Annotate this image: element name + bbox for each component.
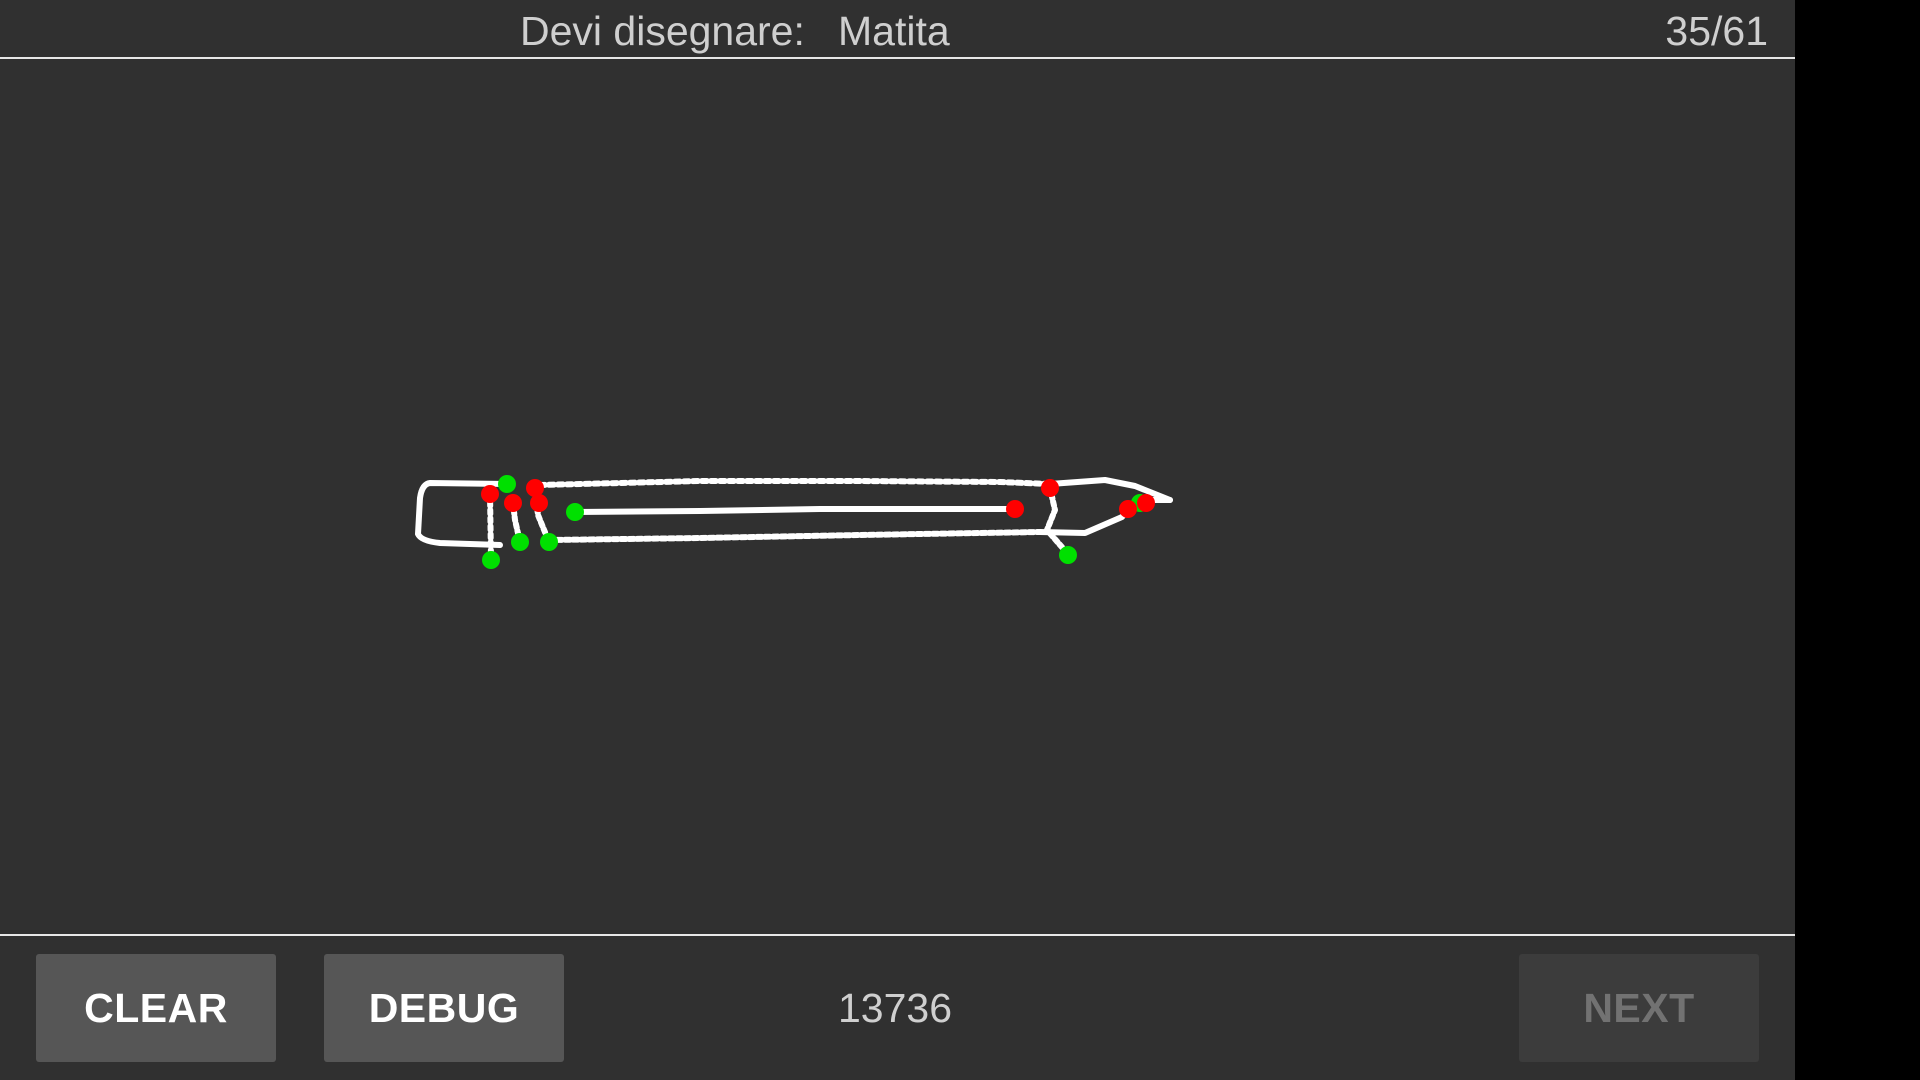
prompt-word: Matita [838,8,950,54]
end-dot [1006,500,1024,518]
stroke-middle-line [572,506,1018,515]
end-dot [504,494,522,512]
end-dot [481,485,499,503]
end-dot [1137,494,1155,512]
start-dot [540,533,558,551]
clear-button[interactable]: CLEAR [36,954,276,1062]
drawing-canvas[interactable] [0,59,1795,934]
prompt-label: Devi disegnare: [520,8,805,54]
end-dot [530,494,548,512]
start-dot [511,533,529,551]
start-dot [498,475,516,493]
end-dot [1119,500,1137,518]
score-display: 13736 [838,985,953,1031]
system-nav-strip [1795,0,1920,1080]
header-bar: Devi disegnare: Matita 35/61 [0,0,1795,59]
footer-divider [0,934,1795,936]
stroke-bottom-edge [546,529,1043,543]
stroke-ferrule-1 [487,491,494,561]
debug-button[interactable]: DEBUG [324,954,564,1062]
drawing-app: Devi disegnare: Matita 35/61 CLEAR DEBUG… [0,0,1795,1080]
start-dot [566,503,584,521]
end-dot [1041,479,1059,497]
next-button[interactable]: NEXT [1519,954,1759,1062]
stroke-tip-divider [1044,485,1071,557]
start-dot [1059,546,1077,564]
drawing-surface [415,475,1173,569]
start-dot [482,551,500,569]
stroke-top-edge [537,478,1053,488]
progress-counter: 35/61 [1665,8,1768,54]
